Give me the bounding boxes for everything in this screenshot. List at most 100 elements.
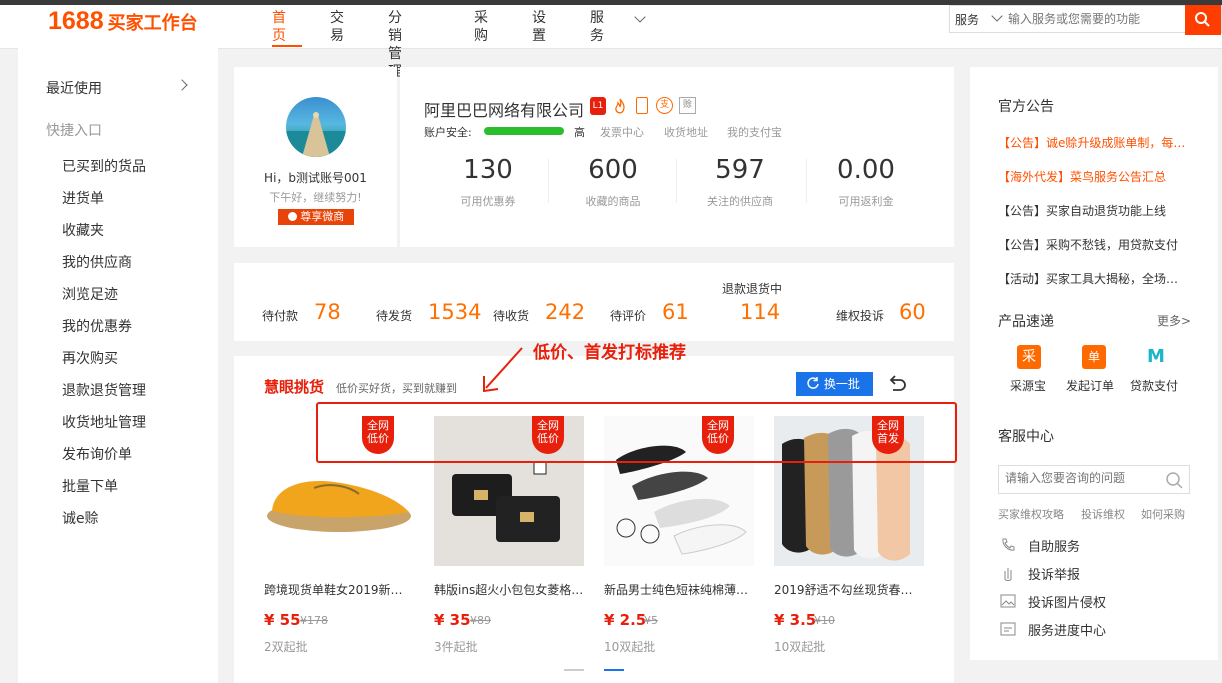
sidebar-item-history[interactable]: 浏览足迹 — [62, 284, 118, 304]
link-alipay[interactable]: 我的支付宝 — [727, 124, 782, 140]
top-bar: 1688买家工作台 首页 交易 分销管理 采购 设置 服务 服务 — [0, 5, 1222, 80]
security-bar-fill — [484, 127, 564, 135]
notice-item[interactable]: 【公告】诚e赊升级成账单制，每… — [998, 134, 1188, 151]
service-link-complaint[interactable]: 投诉维权 — [1081, 506, 1125, 522]
search-type-select[interactable]: 服务 — [955, 11, 979, 28]
avatar[interactable] — [286, 97, 346, 157]
carousel-dot[interactable] — [564, 669, 584, 671]
sidebar-item-addresses[interactable]: 收货地址管理 — [62, 412, 146, 432]
sidebar-item-rfq[interactable]: 发布询价单 — [62, 444, 132, 464]
vip-icon — [287, 212, 297, 221]
product-title[interactable]: 跨境现货单鞋女2019新… — [264, 581, 414, 598]
more-link[interactable]: 更多> — [1157, 312, 1191, 329]
product-moq: 2双起批 — [264, 640, 308, 654]
product-link-loan[interactable]: 贷款支付 — [1130, 377, 1178, 394]
vip-badge[interactable]: 尊享微商 — [278, 209, 354, 225]
stat-rebate-value[interactable]: 0.00 — [816, 155, 916, 185]
product-link-order[interactable]: 发起订单 — [1066, 377, 1114, 394]
carousel-dot-active[interactable] — [604, 669, 624, 671]
nav-home[interactable]: 首页 — [272, 9, 286, 49]
flame-icon[interactable] — [612, 98, 628, 114]
product-old-price: ¥10 — [814, 614, 835, 627]
notice-item[interactable]: 【活动】买家工具大揭秘，全场… — [998, 270, 1188, 287]
chevron-down-icon[interactable] — [634, 11, 646, 23]
profile-card: Hi，b测试账号001 下午好，继续努力! 尊享微商 — [234, 67, 397, 247]
service-item-self-help[interactable]: 自助服务 — [1028, 536, 1080, 555]
product-title[interactable]: 2019舒适不勾丝现货春… — [774, 581, 924, 598]
service-item-image-infringement[interactable]: 投诉图片侵权 — [1028, 592, 1106, 611]
search-icon[interactable] — [1163, 470, 1185, 490]
caiyuanbao-icon[interactable]: 采 — [1017, 345, 1041, 369]
logo-text: 买家工作台 — [107, 13, 198, 34]
product-old-price: ¥178 — [300, 614, 328, 627]
sidebar-recent[interactable]: 最近使用 — [46, 78, 102, 98]
order-label-to-ship[interactable]: 待发货 — [376, 307, 412, 324]
nav-purchase[interactable]: 采购 — [474, 9, 488, 49]
order-count-to-review[interactable]: 61 — [662, 300, 689, 324]
level-badge[interactable]: L1 — [590, 97, 606, 115]
sidebar-item-bulk-order[interactable]: 批量下单 — [62, 476, 118, 496]
order-count-to-ship[interactable]: 1534 — [428, 300, 481, 324]
sidebar-quick-heading: 快捷入口 — [46, 123, 102, 139]
nav-distribution[interactable]: 分销管理 — [388, 9, 402, 80]
chevron-down-icon[interactable] — [991, 10, 1003, 22]
order-label-refunding[interactable]: 退款退货中 — [722, 280, 782, 297]
search-input[interactable] — [1008, 9, 1183, 29]
notice-item[interactable]: 【海外代发】菜鸟服务公告汇总 — [998, 168, 1188, 185]
notice-item[interactable]: 【公告】采购不愁钱，用贷款支付 — [998, 236, 1188, 253]
link-invoice[interactable]: 发票中心 — [600, 124, 644, 140]
refresh-icon — [807, 377, 819, 389]
order-count-to-receive[interactable]: 242 — [545, 300, 585, 324]
notice-item[interactable]: 【公告】买家自动退货功能上线 — [998, 202, 1188, 219]
sidebar-item-credit[interactable]: 诚e赊 — [62, 508, 99, 528]
search-box: 服务 — [949, 5, 1222, 35]
phone-icon[interactable] — [636, 97, 648, 114]
order-label-disputes[interactable]: 维权投诉 — [836, 307, 884, 324]
annotation-arrow — [483, 347, 523, 393]
logo[interactable]: 1688 买家工作台 — [48, 7, 198, 36]
divider — [676, 159, 677, 203]
sidebar-item-cart[interactable]: 进货单 — [62, 188, 104, 208]
service-search-input[interactable] — [1005, 471, 1155, 485]
refresh-button[interactable]: 换一批 — [796, 372, 873, 396]
product-price: ¥ 35 — [434, 611, 471, 629]
alipay-icon[interactable]: 支 — [656, 97, 673, 114]
order-label-to-receive[interactable]: 待收货 — [493, 307, 529, 324]
service-item-progress[interactable]: 服务进度中心 — [1028, 620, 1106, 639]
product-price: ¥ 2.5 — [604, 611, 647, 629]
loan-icon[interactable]: M — [1144, 345, 1168, 369]
product-title[interactable]: 韩版ins超火小包包女菱格… — [434, 581, 584, 598]
order-count-disputes[interactable]: 60 — [899, 300, 926, 324]
nav-active-underline — [272, 45, 302, 47]
nav-settings[interactable]: 设置 — [532, 9, 546, 49]
undo-icon[interactable] — [886, 374, 908, 394]
service-link-howto[interactable]: 如何采购 — [1141, 506, 1185, 522]
order-count-unpaid[interactable]: 78 — [314, 300, 341, 324]
order-label-unpaid[interactable]: 待付款 — [262, 307, 298, 324]
order-status-bar: 待付款 78 待发货 1534 待收货 242 待评价 61 退款退货中 114… — [234, 263, 954, 341]
sidebar-item-refunds[interactable]: 退款退货管理 — [62, 380, 146, 400]
nav-trade[interactable]: 交易 — [330, 9, 344, 49]
service-link-guide[interactable]: 买家维权攻略 — [998, 506, 1064, 522]
product-link-caiyuanbao[interactable]: 采源宝 — [1010, 377, 1046, 394]
order-count-refunding[interactable]: 114 — [740, 300, 780, 324]
credit-icon[interactable]: 赊 — [679, 97, 696, 114]
stat-suppliers-value[interactable]: 597 — [690, 155, 790, 185]
sidebar-item-coupons[interactable]: 我的优惠券 — [62, 316, 132, 336]
product-title[interactable]: 新品男士纯色短袜纯棉薄… — [604, 581, 754, 598]
stat-coupons-value[interactable]: 130 — [438, 155, 538, 185]
link-address[interactable]: 收货地址 — [664, 124, 708, 140]
avatar-image — [286, 112, 346, 157]
sidebar-item-rebuy[interactable]: 再次购买 — [62, 348, 118, 368]
stat-favorites-value[interactable]: 600 — [563, 155, 663, 185]
chevron-right-icon[interactable] — [176, 79, 188, 91]
search-button[interactable] — [1185, 5, 1221, 35]
order-icon[interactable]: 单 — [1082, 345, 1106, 369]
order-label-to-review[interactable]: 待评价 — [610, 307, 646, 324]
service-item-report[interactable]: 投诉举报 — [1028, 564, 1080, 583]
sidebar-item-purchased[interactable]: 已买到的货品 — [62, 156, 146, 176]
nav-service[interactable]: 服务 — [590, 9, 604, 49]
sidebar-item-favorites[interactable]: 收藏夹 — [62, 220, 104, 240]
picks-title: 慧眼挑货 — [264, 378, 325, 396]
sidebar-item-suppliers[interactable]: 我的供应商 — [62, 252, 132, 272]
